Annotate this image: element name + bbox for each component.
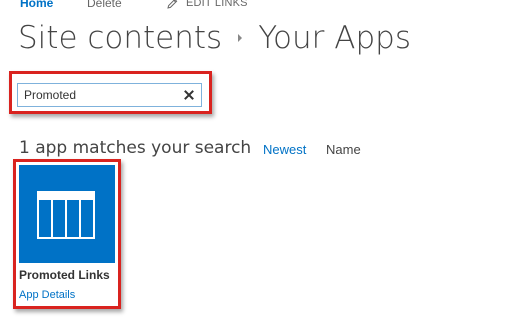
sort-name-link[interactable]: Name <box>326 142 361 157</box>
search-input[interactable] <box>18 84 184 106</box>
results-summary: 1 app matches your search Newest Name <box>19 136 361 160</box>
page-title: Site contents Your Apps <box>18 16 411 60</box>
edit-links-label: EDIT LINKS <box>186 0 248 9</box>
results-count-text: 1 app matches your search <box>19 138 252 158</box>
search-box <box>17 83 202 107</box>
close-icon[interactable] <box>182 88 196 102</box>
chevron-right-icon <box>236 33 244 43</box>
app-details-link[interactable]: App Details <box>19 289 75 301</box>
sort-newest-link[interactable]: Newest <box>263 142 306 157</box>
nav-home-link[interactable]: Home <box>20 0 53 11</box>
app-tile-promoted-links[interactable] <box>19 165 115 263</box>
breadcrumb-site-contents[interactable]: Site contents <box>18 20 222 56</box>
pencil-icon <box>167 0 178 9</box>
promoted-links-icon <box>37 191 95 239</box>
nav-delete-link[interactable]: Delete <box>87 0 122 11</box>
breadcrumb-your-apps: Your Apps <box>258 20 411 56</box>
edit-links-button[interactable]: EDIT LINKS <box>167 0 248 11</box>
app-name-link[interactable]: Promoted Links <box>19 268 110 282</box>
